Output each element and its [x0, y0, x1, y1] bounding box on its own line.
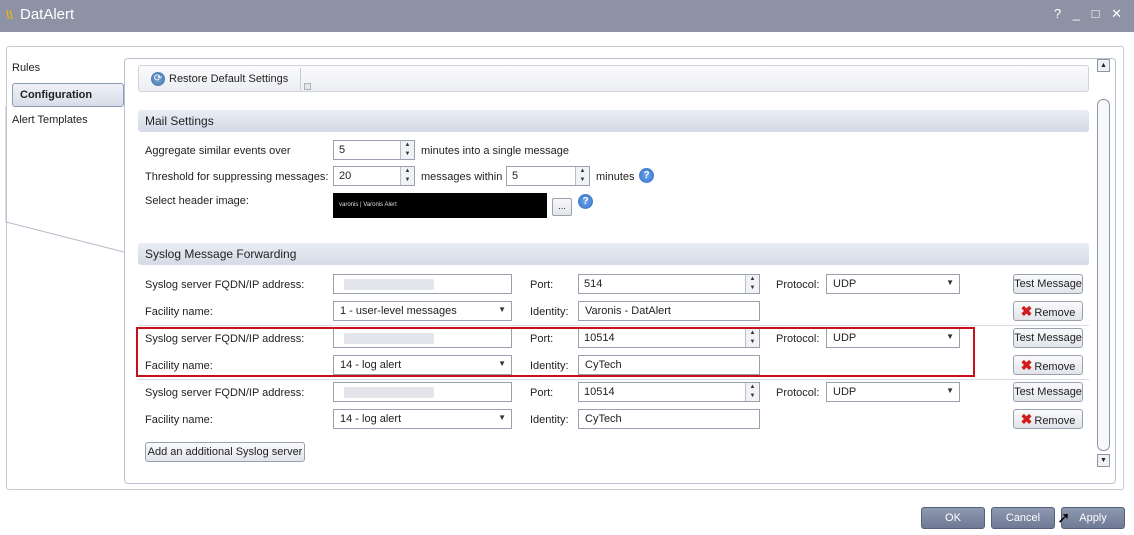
- browse-button[interactable]: ...: [552, 198, 572, 216]
- remove-label: Remove: [1034, 361, 1076, 373]
- protocol-label: Protocol:: [776, 387, 820, 399]
- add-syslog-server-button[interactable]: Add an additional Syslog server: [145, 442, 305, 462]
- restore-defaults-label: Restore Default Settings: [169, 73, 289, 85]
- spinner-arrows-icon[interactable]: ▲ ▼: [575, 167, 589, 185]
- facility-label: Facility name:: [145, 306, 213, 318]
- threshold-suffix: minutes: [596, 171, 635, 183]
- server-address-label: Syslog server FQDN/IP address:: [145, 387, 305, 399]
- remove-label: Remove: [1034, 415, 1076, 427]
- row-divider: [138, 379, 1089, 380]
- mail-settings-header: Mail Settings: [138, 110, 1089, 132]
- spinner-arrows-icon[interactable]: ▲ ▼: [745, 383, 759, 401]
- red-x-icon: ✖: [1020, 357, 1033, 373]
- aggregate-suffix: minutes into a single message: [421, 145, 569, 157]
- nav-panel-connector: [5, 106, 125, 253]
- facility-select[interactable]: 1 - user-level messages ▼: [333, 301, 512, 321]
- header-image-label: Select header image:: [145, 195, 249, 207]
- chevron-down-icon: ▼: [498, 413, 506, 422]
- test-message-button[interactable]: Test Message: [1013, 274, 1083, 294]
- title-bar: \\ DatAlert ? _ □ ✕: [0, 0, 1134, 32]
- protocol-value: UDP: [833, 278, 857, 290]
- spinner-arrows-icon[interactable]: ▲ ▼: [400, 141, 414, 159]
- spinner-arrows-icon[interactable]: ▲ ▼: [745, 275, 759, 293]
- port-spinner[interactable]: 10514 ▲ ▼: [578, 382, 760, 402]
- test-message-button[interactable]: Test Message: [1013, 382, 1083, 402]
- toolbar-overflow-grip[interactable]: [304, 83, 311, 90]
- test-message-button[interactable]: Test Message: [1013, 328, 1083, 348]
- refresh-icon: ⟳: [151, 72, 165, 86]
- aggregate-value: 5: [339, 144, 346, 156]
- port-value: 10514: [584, 386, 615, 398]
- protocol-select[interactable]: UDP ▼: [826, 274, 960, 294]
- identity-label: Identity:: [530, 306, 569, 318]
- threshold-spinner[interactable]: 20 ▲ ▼: [333, 166, 415, 186]
- redacted-address: [344, 387, 434, 398]
- app-logo-icon: \\: [6, 8, 13, 22]
- syslog-header: Syslog Message Forwarding: [138, 243, 1089, 265]
- server-address-input[interactable]: [333, 382, 512, 402]
- server-address-label: Syslog server FQDN/IP address:: [145, 279, 305, 291]
- nav-item-rules[interactable]: Rules: [12, 62, 40, 74]
- facility-label: Facility name:: [145, 414, 213, 426]
- spinner-arrows-icon[interactable]: ▲ ▼: [400, 167, 414, 185]
- port-spinner[interactable]: 514 ▲ ▼: [578, 274, 760, 294]
- row-divider: [138, 325, 1089, 326]
- facility-value: 14 - log alert: [340, 413, 402, 425]
- protocol-label: Protocol:: [776, 279, 820, 291]
- protocol-value: UDP: [833, 386, 857, 398]
- port-label: Port:: [530, 387, 554, 399]
- scroll-up-button[interactable]: ▲: [1097, 59, 1110, 72]
- remove-label: Remove: [1034, 307, 1076, 319]
- ok-button[interactable]: OK: [921, 507, 985, 529]
- threshold-minutes-value: 5: [512, 170, 519, 182]
- remove-button[interactable]: ✖ Remove: [1013, 355, 1083, 375]
- server-address-input[interactable]: [333, 274, 512, 294]
- scroll-down-button[interactable]: ▼: [1097, 454, 1110, 467]
- highlight-annotation: [136, 327, 975, 377]
- port-value: 514: [584, 278, 603, 290]
- chevron-down-icon: ▼: [946, 386, 954, 395]
- red-x-icon: ✖: [1020, 303, 1033, 319]
- mouse-pointer-icon: ➚: [1057, 510, 1071, 527]
- scrollbar-thumb[interactable]: [1097, 99, 1110, 451]
- remove-button[interactable]: ✖ Remove: [1013, 301, 1083, 321]
- help-icon[interactable]: ?: [639, 168, 654, 183]
- apply-button[interactable]: Apply: [1061, 507, 1125, 529]
- port-label: Port:: [530, 279, 554, 291]
- toolbar: ⟳ Restore Default Settings: [138, 65, 1089, 92]
- aggregate-label: Aggregate similar events over: [145, 145, 291, 157]
- identity-label: Identity:: [530, 414, 569, 426]
- threshold-value: 20: [339, 170, 352, 182]
- redacted-address: [344, 279, 434, 290]
- threshold-minutes-spinner[interactable]: 5 ▲ ▼: [506, 166, 590, 186]
- protocol-select[interactable]: UDP ▼: [826, 382, 960, 402]
- threshold-mid-label: messages within: [421, 171, 503, 183]
- chevron-down-icon: ▼: [498, 305, 506, 314]
- remove-button[interactable]: ✖ Remove: [1013, 409, 1083, 429]
- help-icon[interactable]: ?: [578, 194, 593, 209]
- identity-input[interactable]: Varonis - DatAlert: [578, 301, 760, 321]
- facility-select[interactable]: 14 - log alert ▼: [333, 409, 512, 429]
- window-controls[interactable]: ? _ □ ✕: [1054, 6, 1126, 22]
- nav-item-configuration[interactable]: Configuration: [12, 83, 124, 107]
- cancel-button[interactable]: Cancel: [991, 507, 1055, 529]
- red-x-icon: ✖: [1020, 411, 1033, 427]
- header-image-preview: varonis | Varonis Alert: [333, 193, 547, 218]
- window-title: DatAlert: [20, 6, 75, 23]
- identity-input[interactable]: CyTech: [578, 409, 760, 429]
- aggregate-spinner[interactable]: 5 ▲ ▼: [333, 140, 415, 160]
- chevron-down-icon: ▼: [946, 278, 954, 287]
- restore-defaults-button[interactable]: ⟳ Restore Default Settings: [147, 70, 288, 88]
- facility-value: 1 - user-level messages: [340, 305, 457, 317]
- threshold-label: Threshold for suppressing messages:: [145, 171, 329, 183]
